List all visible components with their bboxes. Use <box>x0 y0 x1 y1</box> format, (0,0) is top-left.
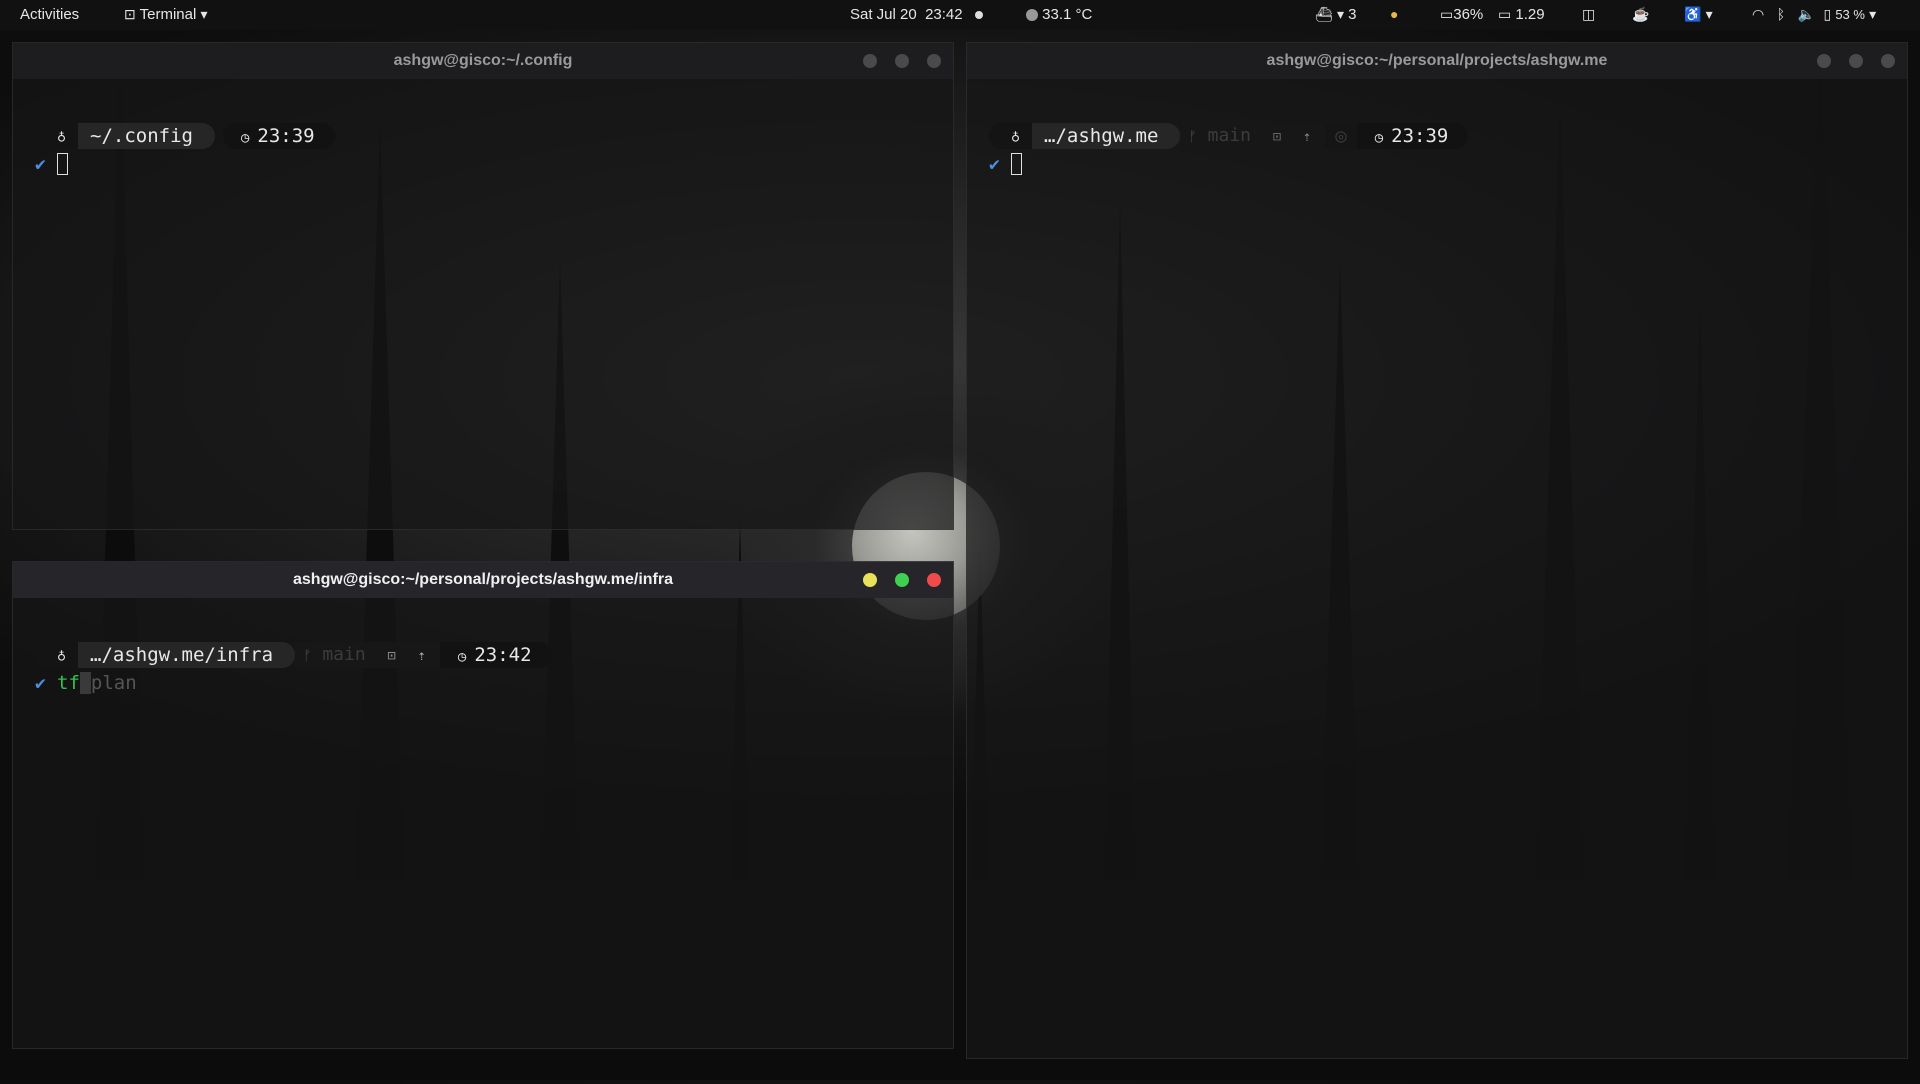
node-icon: ◎ <box>1325 123 1357 149</box>
coffee-icon[interactable]: ☕ <box>1632 6 1649 23</box>
terminal-window-config[interactable]: ashgw@gisco:~/.config ♁ ~/.config ◷ 23:39… <box>12 42 954 530</box>
window-titlebar[interactable]: ashgw@gisco:~/.config <box>13 43 953 79</box>
prompt-time: 23:42 <box>474 644 532 666</box>
bluetooth-icon: ᛒ <box>1776 6 1786 22</box>
check-icon: ✔ <box>989 153 1000 175</box>
top-bar: Activities ⊡ Terminal ▾ Sat Jul 20 23:42… <box>0 0 1920 30</box>
text-cursor <box>57 153 68 175</box>
minimize-button[interactable] <box>1817 54 1831 68</box>
maximize-button[interactable] <box>895 573 909 587</box>
minimize-button[interactable] <box>863 54 877 68</box>
window-titlebar[interactable]: ashgw@gisco:~/personal/projects/ashgw.me… <box>13 562 953 598</box>
push-arrow-icon: ⇡ <box>1302 129 1312 145</box>
prompt-path: ~/.config <box>78 123 215 149</box>
check-icon: ✔ <box>35 153 46 175</box>
chevron-down-icon: ▾ <box>200 6 208 22</box>
git-branch-icon: ᚠ <box>1188 129 1197 145</box>
window-title: ashgw@gisco:~/personal/projects/ashgw.me <box>1266 52 1608 69</box>
maximize-button[interactable] <box>1849 54 1863 68</box>
notification-dot <box>975 11 984 20</box>
shell-prompt: ♁ …/ashgw.me/infra ᚠ main ⊡ ⇡ ◷ 23:42 <box>35 642 552 668</box>
accessibility-menu[interactable]: ♿ ▾ <box>1684 6 1713 23</box>
terminal-icon: ⊡ <box>124 6 136 22</box>
chevron-down-icon: ▾ <box>1705 6 1713 22</box>
typed-command: tf <box>57 672 80 694</box>
battery-value: 53 % <box>1835 7 1865 22</box>
chevron-down-icon: ▾ <box>1336 6 1344 22</box>
temperature-value: 33.1 °C <box>1042 6 1093 23</box>
minimize-button[interactable] <box>863 573 877 587</box>
prompt-time-segment: ◷ 23:39 <box>222 123 335 149</box>
status-menu[interactable]: ◠ ᛒ 🔈 ▯ 53 % ▾ <box>1752 6 1876 23</box>
command-line[interactable]: ✔ <box>989 153 1022 175</box>
clock-icon: ◷ <box>1374 130 1384 146</box>
prompt-time: 23:39 <box>257 125 315 147</box>
clock[interactable]: Sat Jul 20 23:42 <box>850 6 984 23</box>
window-title: ashgw@gisco:~/.config <box>393 52 573 69</box>
prompt-path: …/ashgw.me/infra <box>78 642 296 668</box>
clock-icon: ◷ <box>240 130 250 146</box>
terminal-content[interactable]: ♁ ~/.config ◷ 23:39 ✔ <box>13 79 953 529</box>
docker-indicator[interactable]: ⛴ ▾ 3 <box>1315 6 1357 23</box>
linux-icon: ♁ <box>35 123 79 149</box>
git-branch: main <box>1207 125 1252 146</box>
tiling-icon[interactable]: ◫ <box>1582 6 1595 23</box>
temperature-indicator[interactable]: 33.1 °C <box>1026 6 1092 23</box>
linux-icon: ♁ <box>989 123 1033 149</box>
accessibility-icon: ♿ <box>1684 6 1702 22</box>
maximize-button[interactable] <box>895 54 909 68</box>
terminal-content[interactable]: ♁ …/ashgw.me ᚠ main ⊡ ⇡ ◎ ◷ 23:39 ✔ <box>967 79 1907 1058</box>
docker-icon: ⛴ <box>1315 6 1333 22</box>
window-titlebar[interactable]: ashgw@gisco:~/personal/projects/ashgw.me <box>967 43 1907 79</box>
cpu-indicator[interactable]: ▭36% <box>1440 6 1483 23</box>
cpu-icon: ▭ <box>1440 6 1454 22</box>
terminal-window-ashgw-me[interactable]: ashgw@gisco:~/personal/projects/ashgw.me… <box>966 42 1908 1059</box>
stash-icon: ⊡ <box>387 648 396 664</box>
git-segment: ᚠ main ⊡ ⇡ <box>1180 123 1326 149</box>
clock-time: 23:42 <box>925 6 963 23</box>
stash-icon: ⊡ <box>1272 129 1282 145</box>
app-menu-label: Terminal <box>139 6 197 23</box>
close-button[interactable] <box>1881 54 1895 68</box>
command-line[interactable]: ✔ tf plan <box>35 672 137 694</box>
linux-icon: ♁ <box>35 642 79 668</box>
check-icon: ✔ <box>35 672 46 694</box>
battery-icon: ▯ <box>1823 6 1832 22</box>
monitor-icon: ▭ <box>1498 6 1512 22</box>
volume-icon: 🔈 <box>1797 6 1816 22</box>
terminal-window-infra[interactable]: ashgw@gisco:~/personal/projects/ashgw.me… <box>12 561 954 1049</box>
git-branch-icon: ᚠ <box>303 648 312 664</box>
cpu-value: 36% <box>1453 6 1484 23</box>
chevron-down-icon: ▾ <box>1869 6 1877 22</box>
wifi-icon: ◠ <box>1752 6 1765 22</box>
clock-icon: ◷ <box>457 649 467 665</box>
shell-prompt: ♁ …/ashgw.me ᚠ main ⊡ ⇡ ◎ ◷ 23:39 <box>989 123 1469 149</box>
terminal-content[interactable]: ♁ …/ashgw.me/infra ᚠ main ⊡ ⇡ ◷ 23:42 ✔ t… <box>13 598 953 1048</box>
load-value: 1.29 <box>1515 6 1545 23</box>
clock-date: Sat Jul 20 <box>850 6 917 23</box>
close-button[interactable] <box>927 54 941 68</box>
git-branch: main <box>322 644 366 665</box>
command-line[interactable]: ✔ <box>35 153 68 175</box>
window-title: ashgw@gisco:~/personal/projects/ashgw.me… <box>293 571 673 588</box>
text-cursor <box>79 672 91 694</box>
activities-button[interactable]: Activities <box>20 6 79 23</box>
prompt-time: 23:39 <box>1391 125 1449 147</box>
prompt-time-segment: ◷ 23:42 <box>439 642 552 668</box>
text-cursor <box>1011 153 1022 175</box>
shell-prompt: ♁ ~/.config ◷ 23:39 <box>35 123 335 149</box>
docker-count: 3 <box>1348 6 1357 23</box>
weather-icon[interactable]: ● <box>1390 6 1398 23</box>
close-button[interactable] <box>927 573 941 587</box>
app-menu[interactable]: ⊡ Terminal ▾ <box>124 6 208 23</box>
load-indicator[interactable]: ▭ 1.29 <box>1498 6 1545 23</box>
push-arrow-icon: ⇡ <box>417 648 426 664</box>
git-segment: ᚠ main ⊡ ⇡ <box>295 642 440 668</box>
prompt-path: …/ashgw.me <box>1032 123 1181 149</box>
prompt-time-segment: ◷ 23:39 <box>1356 123 1469 149</box>
thermometer-icon <box>1026 9 1038 22</box>
autosuggestion: plan <box>90 672 137 694</box>
